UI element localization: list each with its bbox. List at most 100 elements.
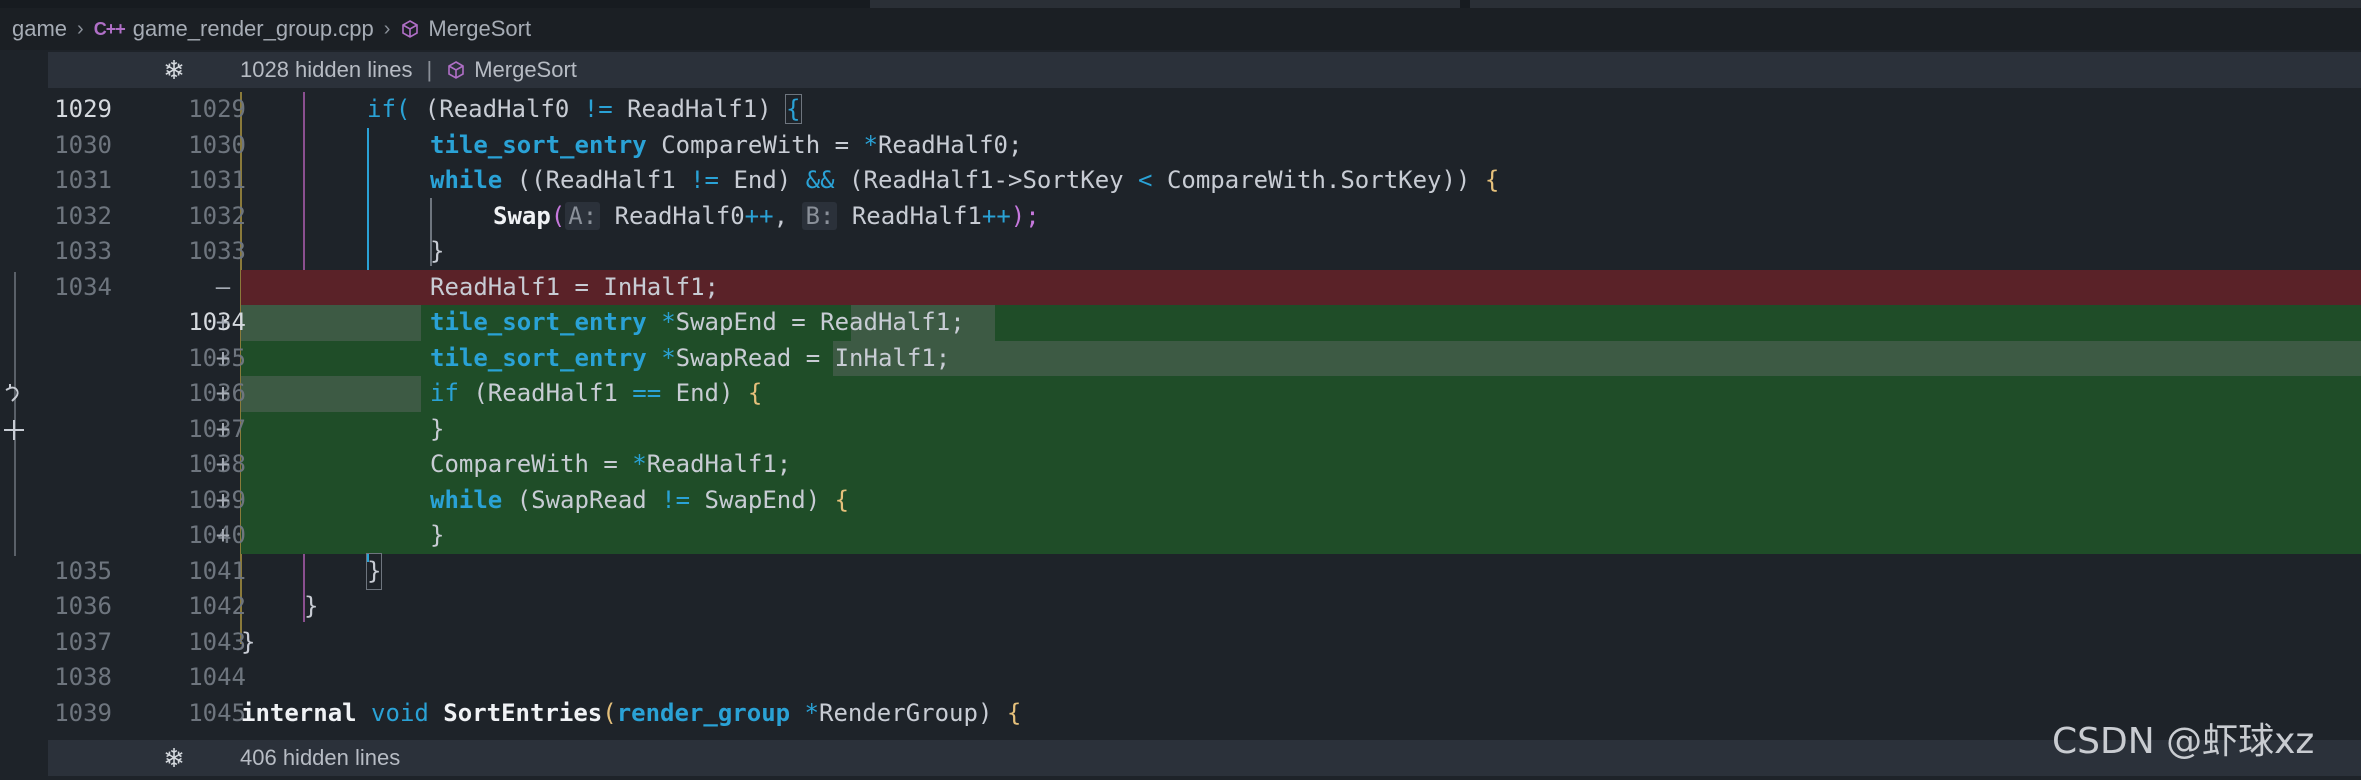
code-line-deleted[interactable]: 1034 — ReadHalf1 = InHalf1; bbox=[48, 269, 2361, 305]
cpp-file-icon: C++ bbox=[93, 18, 126, 39]
code-text: ReadHalf1 bbox=[837, 201, 982, 230]
breadcrumb-folder[interactable]: game bbox=[12, 16, 67, 42]
keyword: void bbox=[356, 698, 444, 727]
diff-sign: + bbox=[215, 414, 231, 443]
changed-region-highlight bbox=[241, 305, 421, 341]
line-number-old: 1036 bbox=[54, 592, 112, 620]
code-line[interactable]: 1032 1032 Swap(A: ReadHalf0++, B: ReadHa… bbox=[48, 199, 2361, 235]
line-number-new: 1044 bbox=[188, 663, 246, 691]
revert-icon[interactable] bbox=[2, 382, 26, 406]
unfold-icon[interactable]: ❄ bbox=[160, 56, 188, 84]
chevron-right-icon: › bbox=[77, 17, 84, 40]
code-text: (ReadHalf1->SortKey bbox=[834, 166, 1139, 194]
code-text: ReadHalf0; bbox=[877, 130, 1023, 159]
code-text: ; bbox=[950, 308, 965, 336]
diff-sign: + bbox=[215, 343, 231, 372]
tab-strip-segment bbox=[870, 0, 1460, 8]
code-line[interactable]: 1039 1045 internal void SortEntries(rend… bbox=[48, 696, 2361, 732]
code-line[interactable]: 1038 1044 bbox=[48, 660, 2361, 696]
code-text: End) bbox=[719, 166, 806, 194]
code-line-added[interactable]: 1037 + } bbox=[48, 411, 2361, 447]
code-line[interactable]: 1035 1041 } bbox=[48, 552, 2361, 590]
diff-sign: + bbox=[215, 308, 231, 336]
hidden-lines-label: 406 hidden lines bbox=[240, 745, 401, 770]
line-number-old: 1032 bbox=[54, 201, 112, 230]
keyword: if bbox=[430, 379, 459, 407]
added-line-background bbox=[241, 411, 2361, 447]
operator: != bbox=[583, 95, 613, 123]
diff-sign: — bbox=[215, 272, 231, 301]
line-number-old: 1029 bbox=[54, 95, 112, 123]
line-number-new: 1045 bbox=[188, 698, 246, 727]
operator: ++ bbox=[744, 201, 774, 230]
line-number-old: 1037 bbox=[54, 627, 112, 656]
paren: ); bbox=[1010, 201, 1040, 230]
code-line[interactable]: 1037 1043 } bbox=[48, 625, 2361, 661]
code-text: ReadHalf1 bbox=[820, 308, 951, 336]
operator: * bbox=[790, 698, 819, 727]
line-number-new: 1043 bbox=[188, 627, 246, 656]
hidden-lines-bar-bottom[interactable]: ❄ 406 hidden lines bbox=[48, 740, 2361, 776]
code-text: (ReadHalf0 bbox=[410, 95, 584, 123]
diff-sign: + bbox=[215, 521, 231, 549]
paren: ( bbox=[550, 201, 566, 230]
code-text: ReadHalf1) bbox=[612, 95, 787, 123]
keyword: if bbox=[367, 95, 396, 123]
brace: } bbox=[430, 521, 445, 549]
breadcrumb: game › C++ game_render_group.cpp › Merge… bbox=[0, 8, 2361, 50]
code-line[interactable]: 1033 1033 } bbox=[48, 234, 2361, 270]
keyword: while bbox=[430, 166, 503, 194]
top-strip bbox=[0, 0, 2361, 8]
brace: { bbox=[785, 94, 802, 124]
line-number-old: 1038 bbox=[54, 663, 112, 691]
code-line-added[interactable]: 1034 + tile_sort_entry *SwapEnd = ReadHa… bbox=[48, 305, 2361, 341]
changed-region-highlight bbox=[241, 376, 421, 412]
brace: { bbox=[1484, 166, 1500, 194]
line-number-new: 1032 bbox=[188, 201, 246, 230]
tab-strip-segment bbox=[1470, 0, 2361, 8]
inlay-hint: B: bbox=[802, 201, 838, 230]
code-text: ReadHalf0 bbox=[600, 201, 745, 230]
unfold-icon[interactable]: ❄ bbox=[160, 744, 188, 772]
code-line[interactable]: 1031 1031 while ((ReadHalf1 != End) && (… bbox=[48, 163, 2361, 199]
brace: { bbox=[834, 485, 850, 514]
brace: { bbox=[1006, 698, 1022, 727]
code-line-added[interactable]: 1038 + CompareWith = *ReadHalf1; bbox=[48, 447, 2361, 483]
keyword: while bbox=[430, 485, 503, 514]
code-line[interactable]: 1029 1029 if( (ReadHalf0 != ReadHalf1) { bbox=[48, 92, 2361, 128]
brace: } bbox=[365, 552, 383, 590]
line-number-new: 1041 bbox=[188, 556, 246, 585]
type-name: render_group bbox=[616, 698, 791, 727]
brace: } bbox=[241, 627, 256, 656]
type-name: tile_sort_entry bbox=[430, 130, 647, 159]
code-text: SwapEnd) bbox=[690, 485, 835, 514]
diff-sign: + bbox=[215, 450, 231, 478]
operator: * bbox=[646, 308, 676, 336]
brace: } bbox=[430, 414, 445, 443]
hidden-lines-bar-top[interactable]: ❄ 1028 hidden lines | MergeSort bbox=[48, 52, 2361, 88]
code-line[interactable]: 1030 1030 tile_sort_entry CompareWith = … bbox=[48, 128, 2361, 164]
symbol-method-icon bbox=[448, 61, 465, 79]
code-line-added[interactable]: 1040 + } bbox=[48, 518, 2361, 554]
operator: ++ bbox=[981, 201, 1011, 230]
code-text: SwapRead bbox=[675, 343, 792, 372]
breadcrumb-file[interactable]: game_render_group.cpp bbox=[133, 16, 374, 42]
line-number-new: 1030 bbox=[188, 130, 246, 159]
stage-hunk-icon[interactable] bbox=[2, 418, 26, 442]
code-line-added[interactable]: 1036 + if (ReadHalf1 == End) { bbox=[48, 376, 2361, 412]
brace: } bbox=[304, 592, 319, 620]
function-name: Swap bbox=[493, 201, 551, 230]
diff-sign: + bbox=[215, 485, 231, 514]
code-line[interactable]: 1036 1042 } bbox=[48, 589, 2361, 625]
watermark: CSDN @虾球xz bbox=[2052, 721, 2315, 762]
inlay-hint: A: bbox=[565, 201, 601, 230]
code-line-added[interactable]: 1039 + while (SwapRead != SwapEnd) { bbox=[48, 482, 2361, 518]
line-number-new: 1042 bbox=[188, 592, 246, 620]
code-line-added[interactable]: 1035 + tile_sort_entry *SwapRead = InHal… bbox=[48, 340, 2361, 376]
breadcrumb-symbol[interactable]: MergeSort bbox=[428, 16, 531, 42]
changed-region-highlight bbox=[833, 340, 2361, 376]
code-text: , bbox=[773, 201, 803, 230]
added-line-background bbox=[241, 518, 2361, 554]
code-text: ((ReadHalf1 bbox=[502, 166, 691, 194]
code-text: RenderGroup) bbox=[819, 698, 1007, 727]
